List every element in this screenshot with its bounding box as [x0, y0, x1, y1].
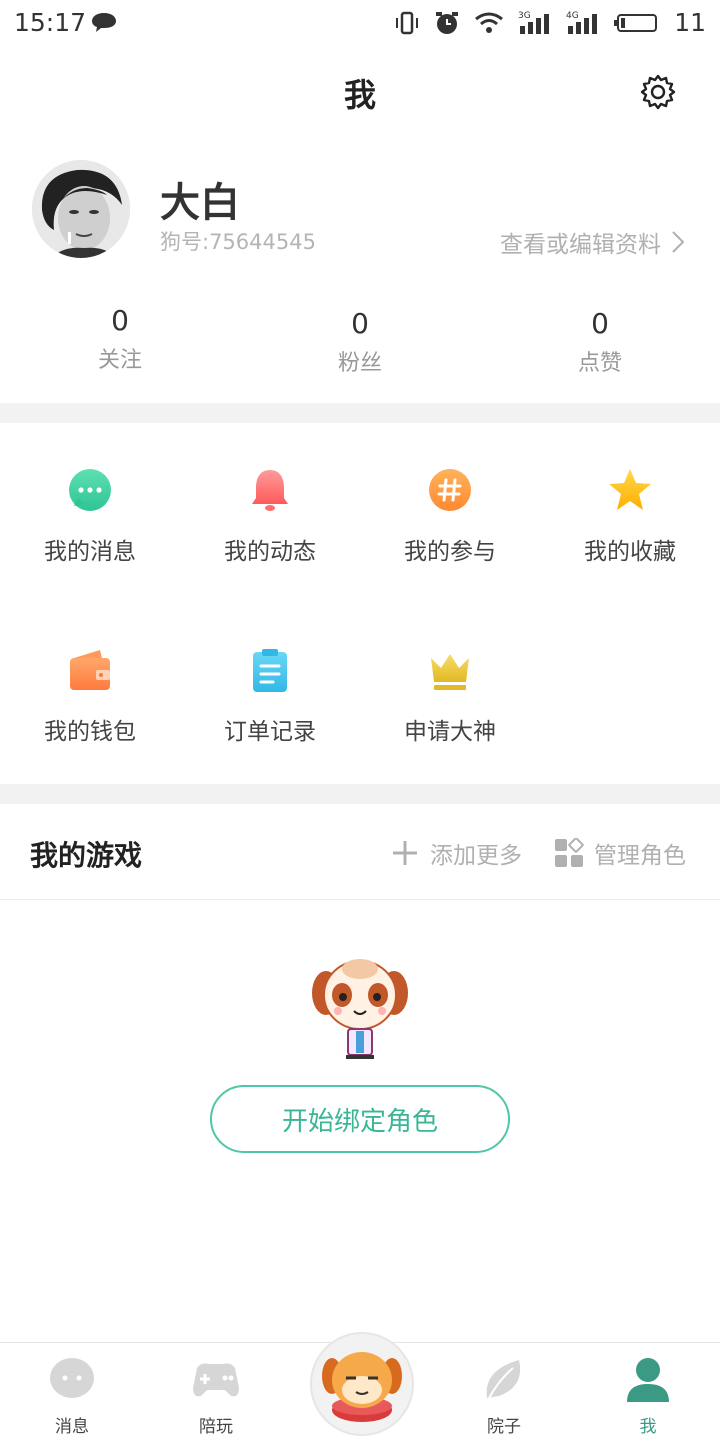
- person-icon: [627, 1358, 669, 1402]
- stat-label: 点赞: [577, 351, 622, 376]
- edit-profile-link[interactable]: 查看或编辑资料: [500, 225, 685, 259]
- feature-my-activity[interactable]: 我的动态: [180, 466, 360, 566]
- clipboard-icon: [253, 649, 287, 692]
- stat-label: 关注: [97, 348, 142, 373]
- stat-label: 粉丝: [337, 351, 382, 376]
- feature-label: 我的收藏: [584, 539, 676, 565]
- feature-label: 我的参与: [404, 539, 496, 565]
- edit-profile-label: 查看或编辑资料: [500, 232, 661, 258]
- dog-mascot-illustration: [312, 959, 408, 1059]
- manage-roles-label: 管理角色: [594, 843, 686, 869]
- tab-label: 消息: [55, 1417, 89, 1437]
- avatar[interactable]: [32, 160, 130, 258]
- chat-notification-icon: [92, 13, 116, 32]
- chat-bubble-icon: [50, 1358, 94, 1398]
- feature-label: 我的消息: [44, 539, 136, 565]
- user-id: 狗号:75644545: [160, 230, 316, 254]
- stat-value: 0: [111, 304, 129, 337]
- feature-my-messages[interactable]: 我的消息: [0, 466, 180, 566]
- grid-manage-icon: [555, 838, 584, 867]
- signal-4g-icon: 4G: [566, 11, 598, 34]
- add-more-button[interactable]: 添加更多: [390, 836, 522, 870]
- svg-text:4G: 4G: [566, 11, 579, 21]
- feature-my-participation[interactable]: 我的参与: [360, 466, 540, 566]
- tab-messages[interactable]: 消息: [0, 1356, 144, 1437]
- gamepad-icon: [193, 1363, 239, 1397]
- feature-label: 申请大神: [404, 719, 496, 745]
- start-bind-role-button[interactable]: 开始绑定角色: [210, 1085, 510, 1153]
- bell-icon: [252, 470, 288, 511]
- divider-line: [0, 899, 720, 900]
- vibrate-icon: [396, 11, 419, 34]
- username: 大白: [160, 180, 240, 226]
- feature-label: 我的钱包: [44, 719, 136, 745]
- alarm-icon: [436, 11, 459, 34]
- wifi-icon: [475, 12, 504, 33]
- status-time: 15:17: [14, 8, 87, 37]
- tab-me[interactable]: 我: [576, 1356, 720, 1437]
- hashtag-icon: [429, 469, 471, 511]
- status-icons: 3G 4G 11: [394, 8, 706, 37]
- section-divider: [0, 403, 720, 423]
- section-divider: [0, 784, 720, 804]
- add-more-label: 添加更多: [430, 843, 522, 869]
- message-icon: [69, 469, 111, 511]
- star-icon: [609, 469, 651, 510]
- feature-label: 我的动态: [224, 539, 316, 565]
- wallet-icon: [70, 650, 110, 690]
- feature-order-records[interactable]: 订单记录: [180, 646, 360, 746]
- leaf-icon: [486, 1360, 521, 1399]
- stat-likes[interactable]: 0 点赞: [480, 307, 720, 377]
- settings-gear-icon[interactable]: [638, 72, 678, 112]
- page-title: 我: [343, 76, 376, 114]
- status-bar: 15:17 3G 4G 11: [0, 0, 720, 48]
- signal-3g-icon: 3G: [518, 11, 550, 34]
- plus-icon: [393, 841, 417, 865]
- stat-value: 0: [591, 307, 609, 340]
- my-games-title: 我的游戏: [30, 839, 143, 872]
- manage-roles-button[interactable]: 管理角色: [554, 836, 686, 870]
- tab-label: 我: [639, 1417, 657, 1437]
- crown-icon: [431, 654, 469, 690]
- tab-play-together[interactable]: 陪玩: [144, 1356, 288, 1437]
- feature-my-wallet[interactable]: 我的钱包: [0, 646, 180, 746]
- stat-fans[interactable]: 0 粉丝: [240, 307, 480, 377]
- feature-apply-master[interactable]: 申请大神: [360, 646, 540, 746]
- dog-mascot-icon: [322, 1352, 402, 1422]
- battery-icon: [614, 13, 658, 32]
- stat-value: 0: [351, 307, 369, 340]
- tab-label: 陪玩: [199, 1417, 233, 1437]
- tab-center-mascot[interactable]: [310, 1332, 414, 1436]
- chevron-right-icon: [672, 231, 685, 253]
- tab-yard[interactable]: 院子: [432, 1356, 576, 1437]
- svg-text:3G: 3G: [518, 11, 531, 21]
- tab-label: 院子: [487, 1417, 521, 1437]
- avatar-photo: [32, 160, 130, 258]
- battery-level: 11: [674, 8, 706, 37]
- feature-label: 订单记录: [224, 719, 316, 745]
- stat-following[interactable]: 0 关注: [0, 304, 240, 374]
- feature-my-favorites[interactable]: 我的收藏: [540, 466, 720, 566]
